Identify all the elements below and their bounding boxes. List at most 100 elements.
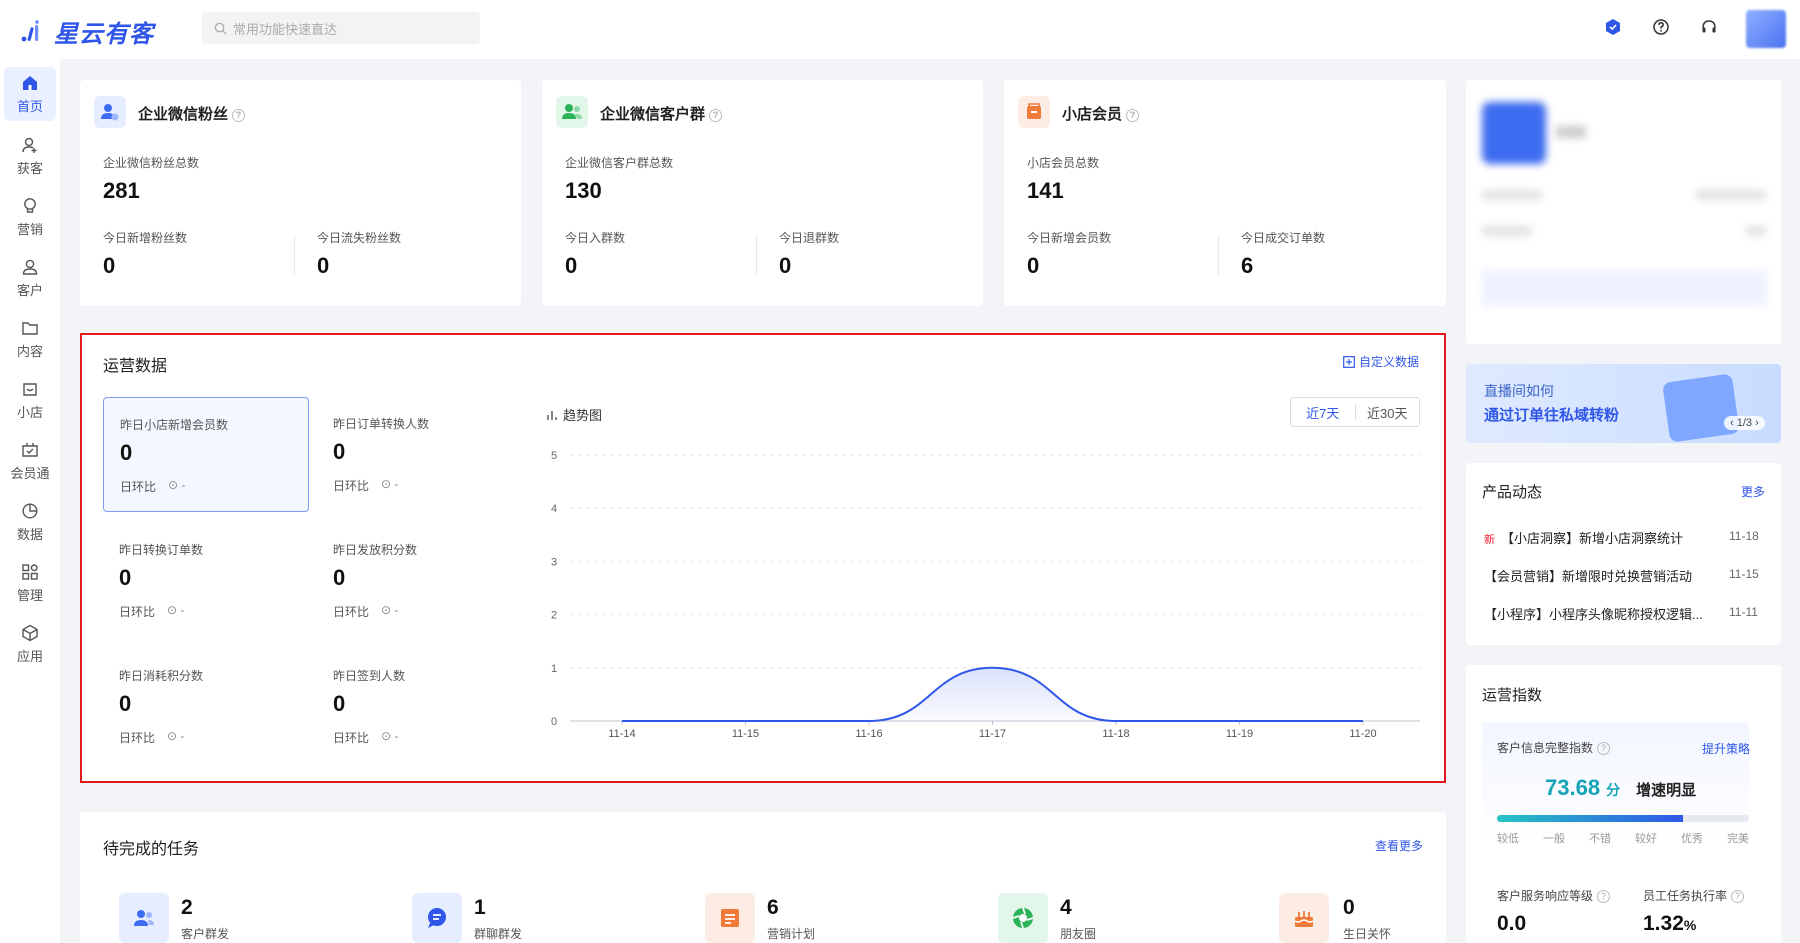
sidebar-item-apps[interactable]: 应用 <box>4 617 56 671</box>
score-progress <box>1497 815 1749 822</box>
promo-banner[interactable]: 直播间如何 通过订单往私域转粉 ‹ 1/3 › <box>1466 364 1781 443</box>
metric-points-issued[interactable]: 昨日发放积分数 0 日环比 ⊙ - <box>317 523 523 638</box>
moments-icon <box>1012 907 1034 929</box>
sidebar-item-label: 客户 <box>16 282 43 298</box>
today-join-value: 0 <box>565 253 578 278</box>
score-value: 73.68 <box>1545 775 1601 800</box>
task-icon-plan[interactable] <box>705 893 755 943</box>
total-label: 小店会员总数 <box>1027 156 1100 170</box>
x-tick-label: 11-15 <box>732 728 759 740</box>
range-7d-button[interactable]: 近7天 <box>1291 398 1355 426</box>
info-icon[interactable]: ? <box>1126 108 1140 122</box>
tasks-title: 待完成的任务 <box>103 841 200 858</box>
metric-label: 昨日消耗积分数 <box>119 669 204 683</box>
sidebar-item-marketing[interactable]: 营销 <box>4 190 56 244</box>
task-count: 4 <box>1060 896 1072 919</box>
compare-label: 日环比 <box>120 480 157 494</box>
sidebar-item-member[interactable]: 会员通 <box>4 434 56 488</box>
sidebar-item-label: 营销 <box>16 221 43 237</box>
search-placeholder: 常用功能快速直达 <box>233 21 338 37</box>
metric-label: 昨日发放积分数 <box>333 543 418 557</box>
sidebar-item-content[interactable]: 内容 <box>4 312 56 366</box>
ops-index-title: 运营指数 <box>1482 687 1543 704</box>
user-icon <box>22 259 38 275</box>
account-action-bar[interactable] <box>1482 270 1767 306</box>
news-item[interactable]: 【小程序】小程序头像昵称授权逻辑... <box>1484 604 1714 623</box>
sidebar-item-home[interactable]: 首页 <box>4 67 56 121</box>
today-quit-label: 今日退群数 <box>779 231 840 245</box>
metric-label: 昨日签到人数 <box>333 669 406 683</box>
metric-order-converters[interactable]: 昨日订单转换人数 0 日环比 ⊙ - <box>317 397 523 512</box>
shop-member-icon <box>1018 96 1050 128</box>
metric-checkins[interactable]: 昨日签到人数 0 日环比 ⊙ - <box>317 649 523 764</box>
info-icon[interactable]: ? <box>1597 742 1611 756</box>
info-icon[interactable]: ? <box>232 108 246 122</box>
sidebar-item-acquire[interactable]: 获客 <box>4 129 56 183</box>
sidebar: 首页 获客 营销 客户 内容 小店 会员通 数据 管理 应用 <box>0 59 60 943</box>
task-count: 1 <box>474 896 486 919</box>
sidebar-item-shop[interactable]: 小店 <box>4 373 56 427</box>
improve-link[interactable]: 提升策略 <box>1702 740 1750 757</box>
metric-value: 0 <box>119 565 132 590</box>
compare-label: 日环比 <box>333 605 370 619</box>
banner-illustration <box>1662 373 1740 443</box>
banner-pager[interactable]: ‹ 1/3 › <box>1724 416 1765 430</box>
users-icon <box>134 910 154 926</box>
range-30d-button[interactable]: 近30天 <box>1356 398 1420 426</box>
level-label: 较低 <box>1497 833 1519 845</box>
resp-label: 客户服务响应等级? <box>1497 887 1611 904</box>
card-title: 企业微信粉丝? <box>138 103 246 124</box>
sidebar-item-customer[interactable]: 客户 <box>4 251 56 305</box>
news-item[interactable]: 新【小店洞察】新增小店洞察统计 <box>1484 528 1714 547</box>
news-item[interactable]: 【会员营销】新增限时兑换营销活动 <box>1484 566 1714 585</box>
metric-value: 0 <box>333 691 346 716</box>
y-tick-label: 3 <box>551 556 557 568</box>
sidebar-item-label: 应用 <box>16 648 43 664</box>
view-more-link[interactable]: 查看更多 <box>1375 837 1423 854</box>
summary-card-members: 小店会员? 小店会员总数 141 今日新增会员数 0 今日成交订单数 6 <box>1004 80 1446 306</box>
level-label: 一般 <box>1543 833 1565 845</box>
info-icon[interactable]: ? <box>1597 890 1611 904</box>
task-icon-users[interactable] <box>119 893 169 943</box>
task-count: 6 <box>767 896 779 919</box>
y-tick-label: 5 <box>551 450 557 462</box>
info-icon[interactable]: ? <box>709 108 723 122</box>
compare-value: ⊙ - <box>167 603 185 617</box>
compare-label: 日环比 <box>333 731 370 745</box>
apps-icon <box>22 563 38 580</box>
metric-label: 昨日小店新增会员数 <box>120 418 229 432</box>
headset-icon[interactable] <box>1698 16 1720 38</box>
metric-converted-orders[interactable]: 昨日转换订单数 0 日环比 ⊙ - <box>103 523 309 638</box>
tasks-panel <box>80 812 1446 943</box>
today-new-member-value: 0 <box>1027 253 1040 278</box>
news-more-link[interactable]: 更多 <box>1741 483 1765 500</box>
sidebar-item-data[interactable]: 数据 <box>4 495 56 549</box>
task-icon-cake[interactable] <box>1279 893 1329 943</box>
security-icon[interactable] <box>1602 16 1624 38</box>
today-join-label: 今日入群数 <box>565 231 626 245</box>
compare-label: 日环比 <box>119 605 156 619</box>
level-label: 完美 <box>1727 833 1749 845</box>
card-title: 小店会员? <box>1062 103 1140 124</box>
task-icon-moments[interactable] <box>998 893 1048 943</box>
custom-data-link[interactable]: 自定义数据 <box>1343 353 1419 370</box>
logo[interactable]: 星云有客 <box>20 14 154 49</box>
news-date: 11-11 <box>1729 605 1758 619</box>
metric-points-used[interactable]: 昨日消耗积分数 0 日环比 ⊙ - <box>103 649 309 764</box>
y-tick-label: 2 <box>551 610 557 622</box>
metric-label: 昨日转换订单数 <box>119 543 204 557</box>
card-title: 企业微信客户群? <box>600 103 723 124</box>
avatar[interactable] <box>1746 10 1786 48</box>
task-icon-chat[interactable] <box>412 893 462 943</box>
help-icon[interactable] <box>1650 16 1672 38</box>
sidebar-item-manage[interactable]: 管理 <box>4 556 56 610</box>
task-count: 2 <box>181 896 193 919</box>
info-icon[interactable]: ? <box>1731 890 1745 904</box>
summary-card-fans: 企业微信粉丝? 企业微信粉丝总数 281 今日新增粉丝数 0 今日流失粉丝数 0 <box>80 80 521 306</box>
metric-new-members[interactable]: 昨日小店新增会员数 0 日环比 ⊙ - <box>103 397 309 512</box>
news-title: 产品动态 <box>1482 484 1543 501</box>
x-tick-label: 11-20 <box>1349 728 1376 740</box>
new-badge: 新 <box>1484 534 1495 546</box>
search-input[interactable]: 常用功能快速直达 <box>202 12 480 44</box>
task-label: 营销计划 <box>767 927 816 941</box>
